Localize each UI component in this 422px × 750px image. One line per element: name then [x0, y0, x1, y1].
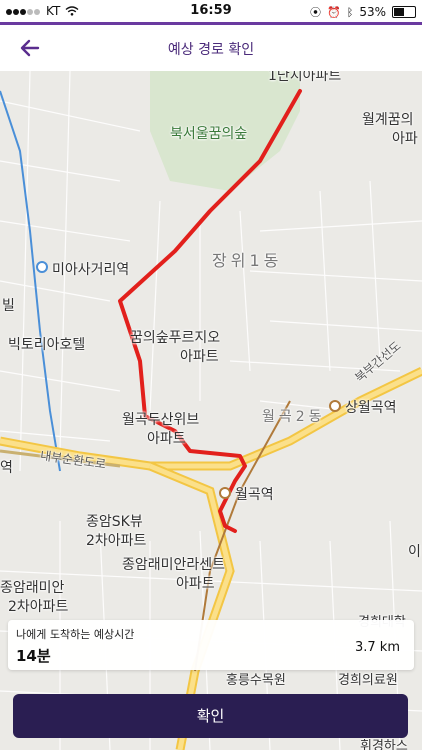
confirm-button[interactable]: 확인 [13, 694, 408, 738]
navigation-bar: 예상 경로 확인 [0, 25, 422, 72]
sangwol-station-marker [329, 400, 341, 412]
map-label-victoria: 빅토리아호텔 [8, 337, 86, 353]
map-label-wolgye-2: 아파 [392, 131, 418, 147]
map-label-dream-prugio-2: 아파트 [180, 349, 219, 365]
map-label-jongam-center: 종암래미안라센트 [122, 557, 226, 573]
map-label-jongam-raemian-2: 2차아파트 [8, 599, 69, 615]
map-label-jangwi: 장위1동 [212, 251, 283, 270]
page-title: 예상 경로 확인 [167, 42, 255, 58]
map-label-jongam-center-2: 아파트 [176, 576, 215, 592]
map-label-jongam-raemian: 종암래미안 [0, 580, 65, 596]
status-icons: ⦿ ⏰ ᛒ 53% [310, 4, 416, 20]
map-label-i: 이 [408, 544, 421, 560]
map-label-wolgok-area: 월곡2동 [262, 409, 326, 425]
map-label-bil: 빌 [2, 298, 15, 314]
battery-icon [392, 6, 416, 18]
map-label-dream-prugio: 꿈의숲푸르지오 [130, 330, 221, 346]
distance-value: 3.7 km [355, 640, 400, 655]
status-bar: KT 16:59 ⦿ ⏰ ᛒ 53% [0, 0, 422, 22]
map-label-forest: 북서울꿈의숲 [170, 126, 248, 142]
eta-card: 나에게 도착하는 예상시간 14분 3.7 km [8, 620, 414, 670]
map-label-apt-top: 1단지아파트 [268, 71, 342, 84]
map-label-jongam-sk-2: 2차아파트 [86, 533, 147, 549]
wolgok-station-marker [219, 487, 231, 499]
map-label-jongam-sk: 종암SK뷰 [86, 514, 143, 530]
map-label-miasa: 미아사거리역 [52, 262, 130, 278]
bluetooth-icon: ᛒ [346, 5, 354, 19]
map-label-sangwol: 상월곡역 [345, 400, 397, 416]
location-icon: ⦿ [310, 6, 322, 19]
miasa-station-marker [36, 261, 48, 273]
map-label-hongneung: 홍릉수목원 [226, 673, 286, 688]
map-label-wolgok-dusan-2: 아파트 [147, 431, 186, 447]
map-label-yeok: 역 [0, 460, 13, 476]
alarm-icon: ⏰ [327, 5, 341, 19]
eta-caption: 나에게 도착하는 예상시간 [16, 628, 135, 641]
map-label-wolgok-station: 월곡역 [235, 487, 274, 503]
map-label-kyunghee-med: 경희의료원 [338, 673, 398, 688]
map-label-wolgye: 월계꿈의 [362, 112, 414, 128]
eta-value: 14분 [16, 647, 51, 665]
battery-label: 53% [359, 5, 386, 19]
map-label-wolgok-dusan: 월곡두산위브 [122, 412, 200, 428]
